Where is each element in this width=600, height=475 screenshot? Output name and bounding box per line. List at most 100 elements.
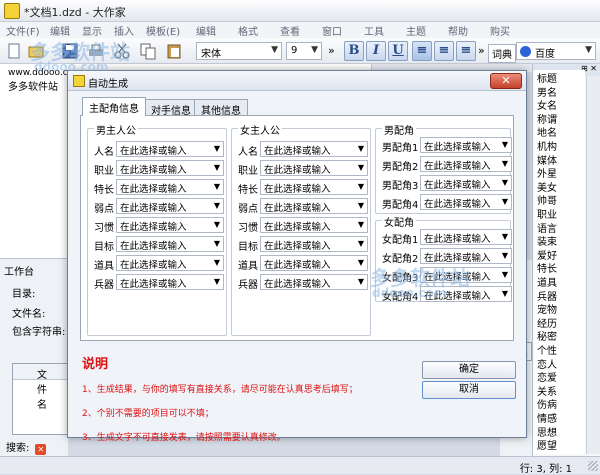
column-header-filename[interactable]: 文件名 [13, 364, 69, 411]
watermark-url: ddooo.com [34, 60, 109, 74]
field-combobox[interactable]: 在此选择或输入 ▼ [116, 198, 224, 214]
search-tab-label: 搜索: [6, 443, 30, 454]
combobox-value: 在此选择或输入 [424, 234, 491, 245]
bold-icon[interactable]: B [344, 41, 364, 61]
status-bar: 行: 3, 列: 1 [0, 456, 600, 475]
close-button[interactable]: ✕ [490, 73, 522, 89]
menu-help[interactable]: 帮助 [448, 23, 468, 38]
note-line: 1、生成结果，与你的填写有直接关系，请尽可能在认真思考后填写； [82, 385, 358, 395]
combobox-value: 在此选择或输入 [120, 165, 187, 176]
menu-theme[interactable]: 主题 [406, 23, 426, 38]
field-combobox[interactable]: 在此选择或输入 ▼ [116, 160, 224, 176]
menu-view2[interactable]: 查看 [280, 23, 300, 38]
field-combobox[interactable]: 在此选择或输入 ▼ [116, 141, 224, 157]
form-row: 男配角3 在此选择或输入 ▼ [382, 175, 512, 192]
align-right-icon[interactable]: ≡ [456, 41, 476, 61]
italic-icon[interactable]: I [366, 41, 386, 61]
field-label: 习惯 [238, 223, 258, 234]
menu-format[interactable]: 格式 [238, 23, 258, 38]
field-combobox[interactable]: 在此选择或输入 ▼ [260, 236, 368, 252]
chevron-down-icon: ▼ [357, 277, 364, 286]
ok-button[interactable]: 确定 [422, 361, 516, 379]
dict-button[interactable]: 词典 [488, 44, 516, 63]
chevron-down-icon: ▼ [213, 258, 220, 267]
cursor-position: 行: 3, 列: 1 [519, 464, 572, 475]
field-combobox[interactable]: 在此选择或输入 ▼ [260, 255, 368, 271]
menu-buy[interactable]: 购买 [490, 23, 510, 38]
field-label: 男配角4 [382, 200, 419, 211]
form-row: 女配角1 在此选择或输入 ▼ [382, 229, 512, 246]
form-row: 男配角2 在此选择或输入 ▼ [382, 156, 512, 173]
combobox-value: 在此选择或输入 [120, 146, 187, 157]
search-tab[interactable]: 搜索: ✕ [6, 439, 47, 455]
font-select[interactable]: 宋体 ▼ [196, 42, 282, 60]
menu-template[interactable]: 模板(E) [146, 23, 180, 38]
field-combobox[interactable]: 在此选择或输入 ▼ [260, 141, 368, 157]
field-combobox[interactable]: 在此选择或输入 ▼ [420, 194, 512, 210]
field-combobox[interactable]: 在此选择或输入 ▼ [420, 137, 512, 153]
field-label: 特长 [94, 185, 114, 196]
editor-line: 多多软件站 [8, 82, 58, 93]
female-lead-title: 女主人公 [238, 122, 282, 137]
new-doc-icon[interactable] [4, 41, 24, 61]
font-size-select[interactable]: 9 ▼ [286, 42, 322, 60]
combobox-value: 在此选择或输入 [120, 184, 187, 195]
note-line: 3、生成文字不可直接发表，请按照需要认真修改。 [82, 433, 286, 443]
underline-icon[interactable]: U [388, 41, 408, 61]
chevron-down-icon: ▼ [501, 140, 508, 149]
combobox-value: 在此选择或输入 [424, 180, 491, 191]
result-table[interactable]: 文件名 [12, 363, 69, 435]
menu-edit2[interactable]: 编辑 [196, 23, 216, 38]
chevron-down-icon: ▼ [213, 163, 220, 172]
toolbar-overflow-icon[interactable]: » [478, 44, 485, 57]
align-center-icon[interactable]: ≡ [434, 41, 454, 61]
chevron-down-icon: ▼ [357, 144, 364, 153]
close-icon[interactable]: ✕ [35, 444, 47, 455]
chevron-down-icon: ▼ [311, 45, 318, 55]
field-combobox[interactable]: 在此选择或输入 ▼ [116, 217, 224, 233]
male-lead-group: 男主人公 人名 在此选择或输入 ▼ 职业 在此选择或输入 ▼ 特长 在此选择或输入 ▼ 弱点 在此选… [87, 122, 227, 336]
field-combobox[interactable]: 在此选择或输入 ▼ [420, 229, 512, 245]
combobox-value: 在此选择或输入 [120, 241, 187, 252]
field-combobox[interactable]: 在此选择或输入 ▼ [260, 274, 368, 290]
topic-panel: ⊞ ✕ 标题 男名 女名 称谓 地名 机构 媒体 外星 美女 帅哥 职业 语言 装束 爱好 特长 道具 兵器 宠物… [532, 64, 600, 456]
topic-item[interactable]: 愿望 [537, 437, 557, 452]
field-combobox[interactable]: 在此选择或输入 ▼ [260, 179, 368, 195]
cancel-button[interactable]: 取消 [422, 381, 516, 399]
copy-icon[interactable] [138, 41, 158, 61]
form-row: 习惯 在此选择或输入 ▼ [238, 217, 368, 234]
toolbar-overflow-icon[interactable]: » [328, 44, 335, 57]
field-combobox[interactable]: 在此选择或输入 ▼ [116, 236, 224, 252]
combobox-value: 在此选择或输入 [120, 203, 187, 214]
field-label: 兵器 [238, 280, 258, 291]
search-engine-select[interactable]: 百度 ▼ [516, 42, 596, 60]
menu-window[interactable]: 窗口 [322, 23, 342, 38]
field-combobox[interactable]: 在此选择或输入 ▼ [116, 179, 224, 195]
window-title: *文档1.dzd - 大作家 [24, 6, 126, 19]
field-combobox[interactable]: 在此选择或输入 ▼ [420, 156, 512, 172]
scrollbar[interactable] [586, 76, 600, 454]
field-combobox[interactable]: 在此选择或输入 ▼ [260, 198, 368, 214]
form-row: 目标 在此选择或输入 ▼ [94, 236, 224, 253]
dialog-title-bar: 自动生成 ✕ [68, 71, 526, 91]
search-engine-value: 百度 [535, 49, 555, 60]
tab-other[interactable]: 其他信息 [194, 99, 248, 117]
resize-grip-icon[interactable] [588, 461, 598, 471]
field-combobox[interactable]: 在此选择或输入 ▼ [420, 175, 512, 191]
field-combobox[interactable]: 在此选择或输入 ▼ [116, 255, 224, 271]
chevron-down-icon: ▼ [213, 144, 220, 153]
field-combobox[interactable]: 在此选择或输入 ▼ [260, 160, 368, 176]
form-row: 职业 在此选择或输入 ▼ [238, 160, 368, 177]
menu-tools[interactable]: 工具 [364, 23, 384, 38]
auto-generate-dialog: 自动生成 ✕ 主配角信息 对手信息 其他信息 男主人公 人名 在此选择或输入 ▼ 职业… [67, 70, 527, 443]
paste-icon[interactable] [164, 41, 184, 61]
field-combobox[interactable]: 在此选择或输入 ▼ [116, 274, 224, 290]
tab-main-characters[interactable]: 主配角信息 [82, 97, 146, 116]
tab-opponents[interactable]: 对手信息 [144, 99, 198, 117]
topic-list: 标题 男名 女名 称谓 地名 机构 媒体 外星 美女 帅哥 职业 语言 装束 爱好 特长 道具 兵器 宠物 经历 秘密… [533, 70, 585, 454]
chevron-down-icon: ▼ [357, 239, 364, 248]
align-left-icon[interactable]: ≡ [412, 41, 432, 61]
field-combobox[interactable]: 在此选择或输入 ▼ [260, 217, 368, 233]
font-value: 宋体 [201, 49, 221, 60]
combobox-value: 在此选择或输入 [264, 203, 331, 214]
